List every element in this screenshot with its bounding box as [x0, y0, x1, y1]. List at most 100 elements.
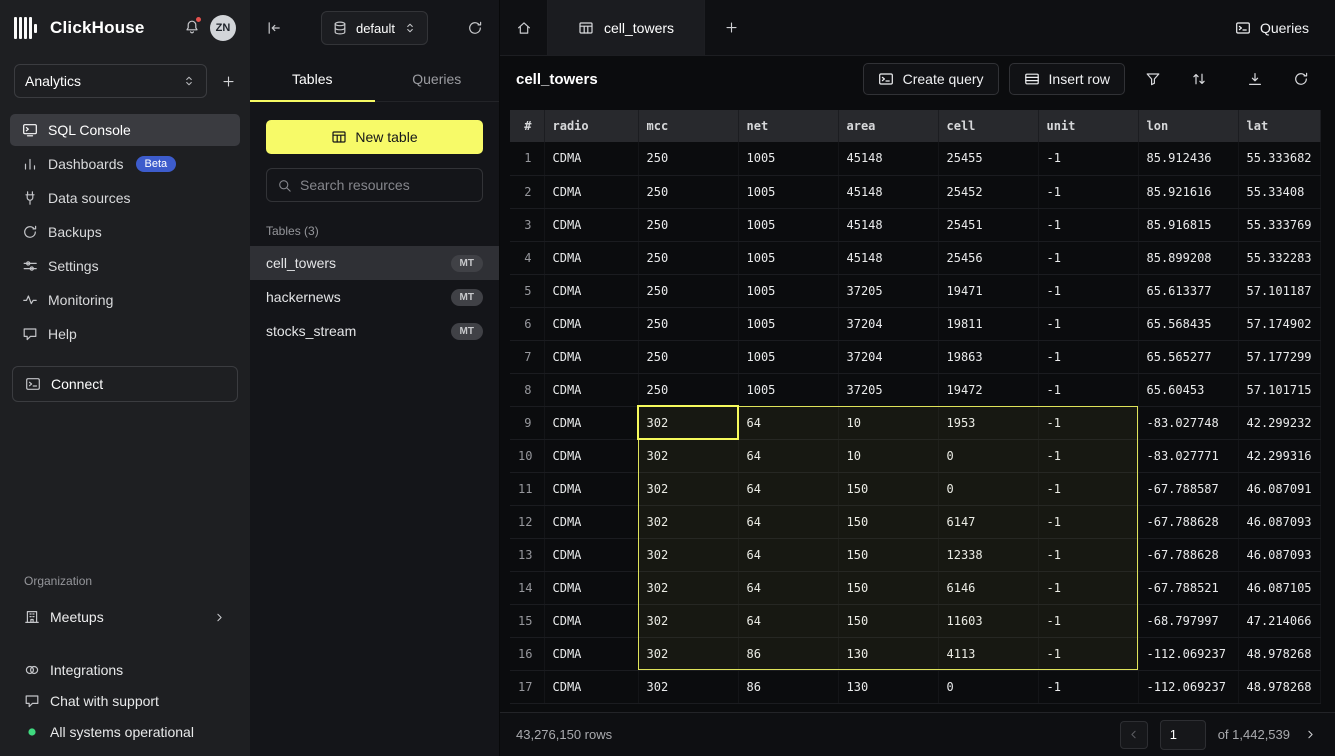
grid-cell[interactable]: 37204	[838, 307, 938, 340]
column-header-index[interactable]: #	[510, 110, 544, 142]
grid-cell[interactable]: -67.788628	[1138, 505, 1238, 538]
refresh-resources-icon[interactable]	[467, 20, 483, 36]
grid-cell[interactable]: 25455	[938, 142, 1038, 175]
grid-cell[interactable]: 302	[638, 637, 738, 670]
grid-cell[interactable]: 64	[738, 571, 838, 604]
grid-cell[interactable]: 250	[638, 175, 738, 208]
table-list-item-hackernews[interactable]: hackernewsMT	[250, 280, 499, 314]
grid-cell[interactable]: 6147	[938, 505, 1038, 538]
grid-cell[interactable]: 150	[838, 571, 938, 604]
grid-cell[interactable]: 37205	[838, 274, 938, 307]
grid-cell[interactable]: 55.332283	[1238, 241, 1321, 274]
grid-cell[interactable]: 37204	[838, 340, 938, 373]
sidebar-item-dashboards[interactable]: DashboardsBeta	[10, 148, 240, 180]
grid-cell[interactable]: 45148	[838, 142, 938, 175]
grid-cell[interactable]: 46.087093	[1238, 538, 1321, 571]
grid-cell[interactable]: 64	[738, 604, 838, 637]
grid-cell[interactable]: 46.087105	[1238, 571, 1321, 604]
filter-button[interactable]	[1135, 63, 1171, 95]
grid-cell[interactable]: 57.174902	[1238, 307, 1321, 340]
grid-cell[interactable]: 302	[638, 604, 738, 637]
grid-cell[interactable]: 302	[638, 571, 738, 604]
grid-cell[interactable]: -83.027748	[1138, 406, 1238, 439]
grid-cell[interactable]: 0	[938, 670, 1038, 703]
grid-cell[interactable]: 19472	[938, 373, 1038, 406]
grid-cell[interactable]: -1	[1038, 505, 1138, 538]
grid-cell[interactable]: 25456	[938, 241, 1038, 274]
grid-cell[interactable]: 45148	[838, 175, 938, 208]
grid-cell[interactable]: 85.921616	[1138, 175, 1238, 208]
grid-cell[interactable]: 130	[838, 670, 938, 703]
sidebar-item-meetups[interactable]: Meetups	[0, 600, 250, 634]
refresh-table-button[interactable]	[1283, 63, 1319, 95]
grid-cell[interactable]: -112.069237	[1138, 637, 1238, 670]
grid-cell[interactable]: -1	[1038, 142, 1138, 175]
grid-cell[interactable]: 250	[638, 307, 738, 340]
grid-cell[interactable]: -1	[1038, 538, 1138, 571]
grid-cell[interactable]: -1	[1038, 373, 1138, 406]
grid-cell[interactable]: 57.101187	[1238, 274, 1321, 307]
search-input[interactable]	[300, 177, 472, 193]
table-list-item-cell-towers[interactable]: cell_towersMT	[250, 246, 499, 280]
column-header-lat[interactable]: lat	[1238, 110, 1321, 142]
column-header-lon[interactable]: lon	[1138, 110, 1238, 142]
grid-cell[interactable]: -1	[1038, 472, 1138, 505]
column-header-mcc[interactable]: mcc	[638, 110, 738, 142]
connect-button[interactable]: Connect	[12, 366, 238, 402]
grid-cell[interactable]: 37205	[838, 373, 938, 406]
grid-cell[interactable]: 302	[638, 670, 738, 703]
sidebar-item-data-sources[interactable]: Data sources	[10, 182, 240, 214]
grid-cell[interactable]: 55.333769	[1238, 208, 1321, 241]
grid-cell[interactable]: -1	[1038, 307, 1138, 340]
grid-cell[interactable]: 1005	[738, 340, 838, 373]
grid-cell[interactable]: 250	[638, 373, 738, 406]
grid-cell[interactable]: 250	[638, 340, 738, 373]
grid-cell[interactable]: 65.568435	[1138, 307, 1238, 340]
grid-cell[interactable]: CDMA	[544, 571, 638, 604]
download-button[interactable]	[1237, 63, 1273, 95]
page-input[interactable]	[1160, 720, 1206, 750]
grid-cell[interactable]: -1	[1038, 241, 1138, 274]
prev-page-button[interactable]	[1120, 721, 1148, 749]
grid-cell[interactable]: 65.613377	[1138, 274, 1238, 307]
grid-cell[interactable]: 47.214066	[1238, 604, 1321, 637]
home-tab[interactable]	[500, 0, 548, 55]
grid-cell[interactable]: 1005	[738, 373, 838, 406]
grid-cell[interactable]: 1953	[938, 406, 1038, 439]
grid-cell[interactable]: 85.899208	[1138, 241, 1238, 274]
grid-cell[interactable]: 48.978268	[1238, 670, 1321, 703]
sidebar-footer-all-systems-operational[interactable]: All systems operational	[24, 724, 226, 740]
grid-cell[interactable]: 64	[738, 406, 838, 439]
insert-row-button[interactable]: Insert row	[1009, 63, 1125, 95]
grid-cell[interactable]: 150	[838, 604, 938, 637]
grid-cell[interactable]: 19811	[938, 307, 1038, 340]
sort-button[interactable]	[1181, 63, 1217, 95]
grid-cell[interactable]: 64	[738, 538, 838, 571]
grid-cell[interactable]: 250	[638, 208, 738, 241]
grid-cell[interactable]: -1	[1038, 340, 1138, 373]
grid-cell[interactable]: 57.177299	[1238, 340, 1321, 373]
grid-cell[interactable]: -68.797997	[1138, 604, 1238, 637]
grid-cell[interactable]: 10	[838, 406, 938, 439]
column-header-radio[interactable]: radio	[544, 110, 638, 142]
grid-cell[interactable]: CDMA	[544, 538, 638, 571]
new-table-button[interactable]: New table	[266, 120, 483, 154]
grid-cell[interactable]: CDMA	[544, 208, 638, 241]
grid-cell[interactable]: 302	[638, 406, 738, 439]
queries-button[interactable]: Queries	[1209, 0, 1335, 55]
grid-cell[interactable]: -1	[1038, 175, 1138, 208]
add-workspace-button[interactable]	[221, 74, 236, 89]
grid-cell[interactable]: 57.101715	[1238, 373, 1321, 406]
sidebar-item-settings[interactable]: Settings	[10, 250, 240, 282]
grid-cell[interactable]: -1	[1038, 604, 1138, 637]
grid-cell[interactable]: -67.788628	[1138, 538, 1238, 571]
grid-cell[interactable]: 250	[638, 274, 738, 307]
grid-cell[interactable]: -1	[1038, 637, 1138, 670]
tab-tables[interactable]: Tables	[250, 56, 375, 101]
grid-cell[interactable]: 45148	[838, 241, 938, 274]
next-page-button[interactable]	[1302, 728, 1319, 741]
grid-cell[interactable]: 42.299232	[1238, 406, 1321, 439]
grid-cell[interactable]: 65.60453	[1138, 373, 1238, 406]
grid-cell[interactable]: 1005	[738, 175, 838, 208]
grid-cell[interactable]: 302	[638, 472, 738, 505]
